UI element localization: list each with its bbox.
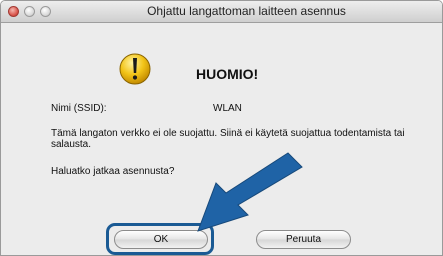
dialog-window: Ohjattu langattoman laitteen asennus HUO… bbox=[0, 0, 443, 256]
close-window-button[interactable] bbox=[8, 6, 19, 17]
zoom-window-button[interactable] bbox=[40, 6, 51, 17]
ok-button[interactable]: OK bbox=[114, 230, 208, 249]
minimize-window-button[interactable] bbox=[24, 6, 35, 17]
continue-question: Haluatko jatkaa asennusta? bbox=[51, 166, 175, 177]
alert-heading: HUOMIO! bbox=[196, 66, 259, 82]
title-bar: Ohjattu langattoman laitteen asennus bbox=[1, 1, 442, 23]
security-warning-text: Tämä langaton verkko ei ole suojattu. Si… bbox=[51, 128, 405, 150]
ssid-value: WLAN bbox=[213, 103, 242, 114]
pointer-arrow-icon bbox=[197, 152, 303, 232]
ssid-label: Nimi (SSID): bbox=[51, 103, 107, 114]
window-title: Ohjattu langattoman laitteen asennus bbox=[147, 4, 346, 18]
caution-icon bbox=[119, 53, 151, 85]
